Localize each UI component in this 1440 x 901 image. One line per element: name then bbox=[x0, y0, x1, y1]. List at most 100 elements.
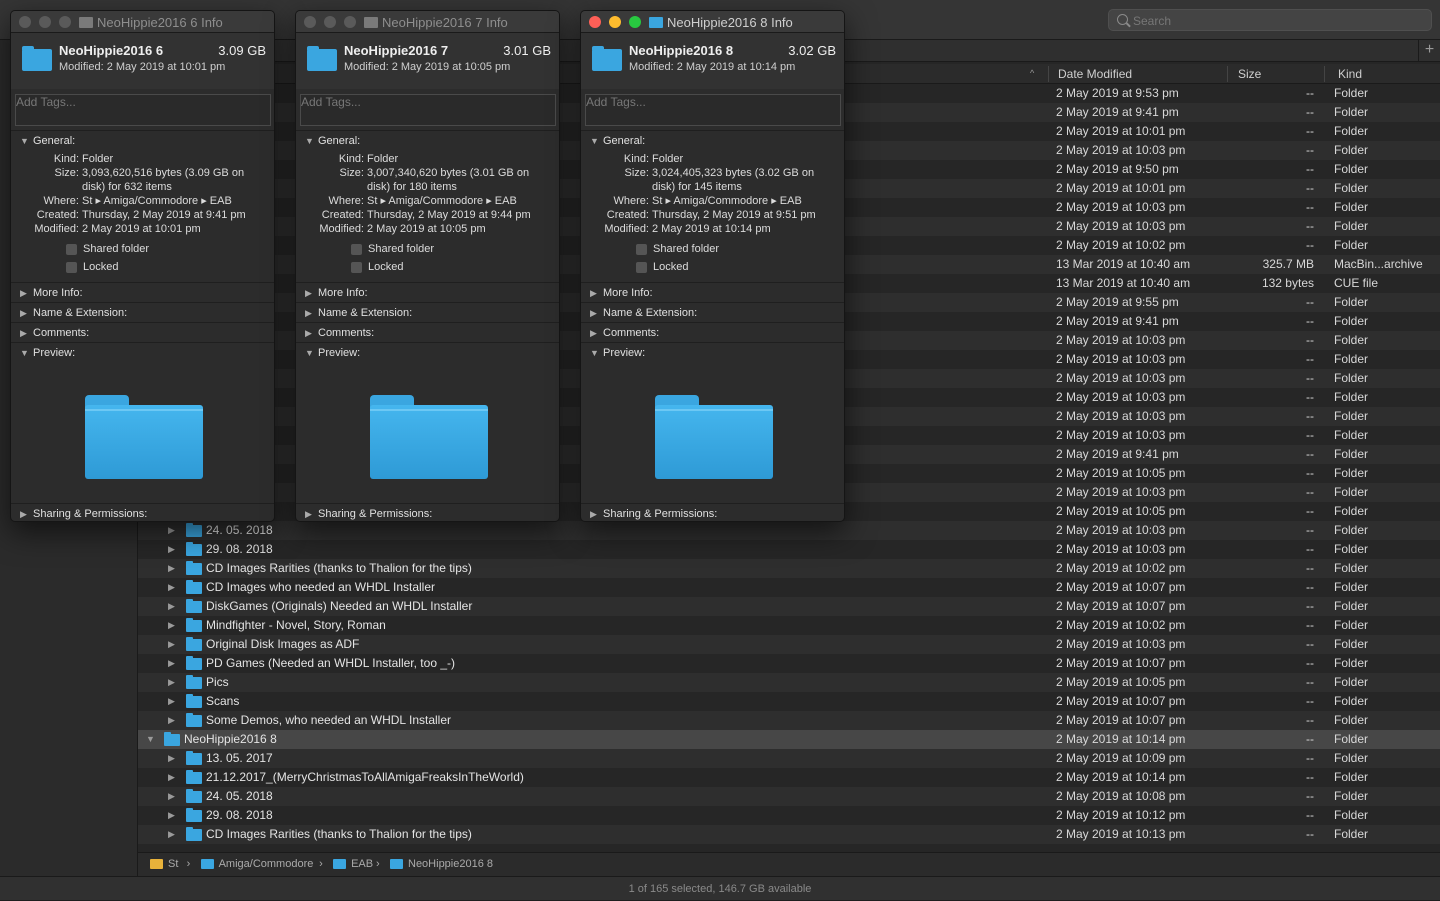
disclosure-triangle-icon[interactable]: ▶ bbox=[168, 711, 178, 730]
title-bar[interactable]: NeoHippie2016 8 Info bbox=[581, 11, 844, 33]
disclosure-open-icon[interactable]: ▼ bbox=[590, 343, 599, 363]
disclosure-triangle-icon[interactable]: ▶ bbox=[168, 597, 178, 616]
disclosure-closed-icon[interactable]: ▶ bbox=[20, 504, 27, 521]
section-sharing-permissions[interactable]: ▶ Sharing & Permissions: bbox=[11, 503, 274, 521]
checkbox-box[interactable] bbox=[66, 262, 77, 273]
disclosure-triangle-icon[interactable]: ▶ bbox=[168, 635, 178, 654]
column-header-date[interactable]: Date Modified bbox=[1058, 67, 1132, 81]
tags-field[interactable]: Add Tags... bbox=[585, 94, 841, 126]
checkbox-box[interactable] bbox=[351, 262, 362, 273]
path-crumb[interactable]: NeoHippie2016 8 bbox=[408, 858, 493, 870]
disclosure-closed-icon[interactable]: ▶ bbox=[305, 283, 312, 303]
section-name-extension[interactable]: ▶ Name & Extension: bbox=[296, 302, 559, 322]
minimize-button[interactable] bbox=[324, 16, 336, 28]
table-row[interactable]: ▼ NeoHippie2016 8 2 May 2019 at 10:14 pm --… bbox=[138, 730, 1440, 749]
section-comments[interactable]: ▶ Comments: bbox=[11, 322, 274, 342]
table-row[interactable]: ▶ 29. 08. 2018 2 May 2019 at 10:12 pm -- Fol… bbox=[138, 806, 1440, 825]
disclosure-triangle-icon[interactable]: ▶ bbox=[168, 806, 178, 825]
table-row[interactable]: ▶ 21.12.2017_(MerryChristmasToAllAmigaFre… bbox=[138, 768, 1440, 787]
close-button[interactable] bbox=[304, 16, 316, 28]
table-row[interactable]: ▶ Mindfighter - Novel, Story, Roman 2 May … bbox=[138, 616, 1440, 635]
table-row[interactable]: ▶ Scans 2 May 2019 at 10:07 pm -- Folder bbox=[138, 692, 1440, 711]
checkbox-box[interactable] bbox=[66, 244, 77, 255]
checkbox-box[interactable] bbox=[351, 244, 362, 255]
info-window[interactable]: NeoHippie2016 7 Info NeoHippie2016 7 3.01 … bbox=[295, 10, 560, 522]
section-comments[interactable]: ▶ Comments: bbox=[581, 322, 844, 342]
disclosure-closed-icon[interactable]: ▶ bbox=[305, 323, 312, 343]
minimize-button[interactable] bbox=[39, 16, 51, 28]
checkbox-box[interactable] bbox=[636, 244, 647, 255]
table-row[interactable]: ▶ 29. 08. 2018 2 May 2019 at 10:03 pm -- Fol… bbox=[138, 540, 1440, 559]
close-button[interactable] bbox=[589, 16, 601, 28]
disclosure-closed-icon[interactable]: ▶ bbox=[305, 303, 312, 323]
section-sharing-permissions[interactable]: ▶ Sharing & Permissions: bbox=[296, 503, 559, 521]
section-preview[interactable]: ▼ Preview: bbox=[296, 342, 559, 362]
path-crumb[interactable]: Amiga/Commodore bbox=[219, 858, 314, 870]
disclosure-closed-icon[interactable]: ▶ bbox=[590, 303, 597, 323]
disclosure-triangle-icon[interactable]: ▶ bbox=[168, 825, 178, 844]
disclosure-open-icon[interactable]: ▼ bbox=[305, 131, 314, 151]
info-window[interactable]: NeoHippie2016 6 Info NeoHippie2016 6 3.09 … bbox=[10, 10, 275, 522]
section-more-info[interactable]: ▶ More Info: bbox=[296, 282, 559, 302]
section-more-info[interactable]: ▶ More Info: bbox=[581, 282, 844, 302]
table-row[interactable]: ▶ 24. 05. 2018 2 May 2019 at 10:08 pm -- Fol… bbox=[138, 787, 1440, 806]
disclosure-triangle-icon[interactable]: ▶ bbox=[168, 654, 178, 673]
path-crumb[interactable]: St bbox=[168, 858, 178, 870]
new-tab-button[interactable]: + bbox=[1418, 40, 1440, 62]
close-button[interactable] bbox=[19, 16, 31, 28]
disclosure-open-icon[interactable]: ▼ bbox=[20, 131, 29, 151]
disclosure-closed-icon[interactable]: ▶ bbox=[590, 504, 597, 521]
search-field[interactable]: Search bbox=[1108, 9, 1432, 31]
disclosure-triangle-icon[interactable]: ▶ bbox=[168, 749, 178, 768]
section-preview[interactable]: ▼ Preview: bbox=[581, 342, 844, 362]
table-row[interactable]: ▶ Some Demos, who needed an WHDL Installe… bbox=[138, 711, 1440, 730]
disclosure-closed-icon[interactable]: ▶ bbox=[590, 323, 597, 343]
column-header-size[interactable]: Size bbox=[1238, 67, 1261, 81]
minimize-button[interactable] bbox=[609, 16, 621, 28]
table-row[interactable]: ▶ PD Games (Needed an WHDL Installer, too… bbox=[138, 654, 1440, 673]
disclosure-triangle-icon[interactable]: ▼ bbox=[146, 730, 156, 749]
section-more-info[interactable]: ▶ More Info: bbox=[11, 282, 274, 302]
disclosure-closed-icon[interactable]: ▶ bbox=[20, 323, 27, 343]
title-bar[interactable]: NeoHippie2016 6 Info bbox=[11, 11, 274, 33]
info-window[interactable]: NeoHippie2016 8 Info NeoHippie2016 8 3.02 … bbox=[580, 10, 845, 522]
table-row[interactable]: ▶ CD Images Rarities (thanks to Thalion f… bbox=[138, 825, 1440, 844]
disclosure-open-icon[interactable]: ▼ bbox=[590, 131, 599, 151]
disclosure-triangle-icon[interactable]: ▶ bbox=[168, 559, 178, 578]
disclosure-triangle-icon[interactable]: ▶ bbox=[168, 768, 178, 787]
zoom-button[interactable] bbox=[629, 16, 641, 28]
disclosure-triangle-icon[interactable]: ▶ bbox=[168, 673, 178, 692]
table-row[interactable]: ▶ 24. 05. 2018 2 May 2019 at 10:03 pm -- Fol… bbox=[138, 521, 1440, 540]
table-row[interactable]: ▶ CD Images Rarities (thanks to Thalion f… bbox=[138, 559, 1440, 578]
section-name-extension[interactable]: ▶ Name & Extension: bbox=[11, 302, 274, 322]
table-row[interactable]: ▶ Pics 2 May 2019 at 10:05 pm -- Folder bbox=[138, 673, 1440, 692]
section-preview[interactable]: ▼ Preview: bbox=[11, 342, 274, 362]
zoom-button[interactable] bbox=[59, 16, 71, 28]
section-general[interactable]: ▼ General: bbox=[11, 130, 274, 150]
table-row[interactable]: ▶ Original Disk Images as ADF 2 May 2019 a… bbox=[138, 635, 1440, 654]
column-header-kind[interactable]: Kind bbox=[1338, 67, 1362, 81]
checkbox-box[interactable] bbox=[636, 262, 647, 273]
disclosure-closed-icon[interactable]: ▶ bbox=[20, 303, 27, 323]
disclosure-closed-icon[interactable]: ▶ bbox=[305, 504, 312, 521]
disclosure-triangle-icon[interactable]: ▶ bbox=[168, 578, 178, 597]
path-crumb[interactable]: EAB bbox=[351, 858, 373, 870]
section-general[interactable]: ▼ General: bbox=[296, 130, 559, 150]
disclosure-closed-icon[interactable]: ▶ bbox=[590, 283, 597, 303]
disclosure-triangle-icon[interactable]: ▶ bbox=[168, 692, 178, 711]
disclosure-closed-icon[interactable]: ▶ bbox=[20, 283, 27, 303]
table-row[interactable]: ▶ DiskGames (Originals) Needed an WHDL In… bbox=[138, 597, 1440, 616]
disclosure-triangle-icon[interactable]: ▶ bbox=[168, 521, 178, 540]
disclosure-open-icon[interactable]: ▼ bbox=[305, 343, 314, 363]
zoom-button[interactable] bbox=[344, 16, 356, 28]
disclosure-triangle-icon[interactable]: ▶ bbox=[168, 540, 178, 559]
table-row[interactable]: ▶ 13. 05. 2017 2 May 2019 at 10:09 pm -- Fol… bbox=[138, 749, 1440, 768]
section-general[interactable]: ▼ General: bbox=[581, 130, 844, 150]
table-row[interactable]: ▶ CD Images who needed an WHDL Installer 2… bbox=[138, 578, 1440, 597]
title-bar[interactable]: NeoHippie2016 7 Info bbox=[296, 11, 559, 33]
disclosure-triangle-icon[interactable]: ▶ bbox=[168, 787, 178, 806]
disclosure-open-icon[interactable]: ▼ bbox=[20, 343, 29, 363]
section-comments[interactable]: ▶ Comments: bbox=[296, 322, 559, 342]
tags-field[interactable]: Add Tags... bbox=[15, 94, 271, 126]
sort-chevron-icon[interactable]: ^ bbox=[1030, 68, 1034, 78]
